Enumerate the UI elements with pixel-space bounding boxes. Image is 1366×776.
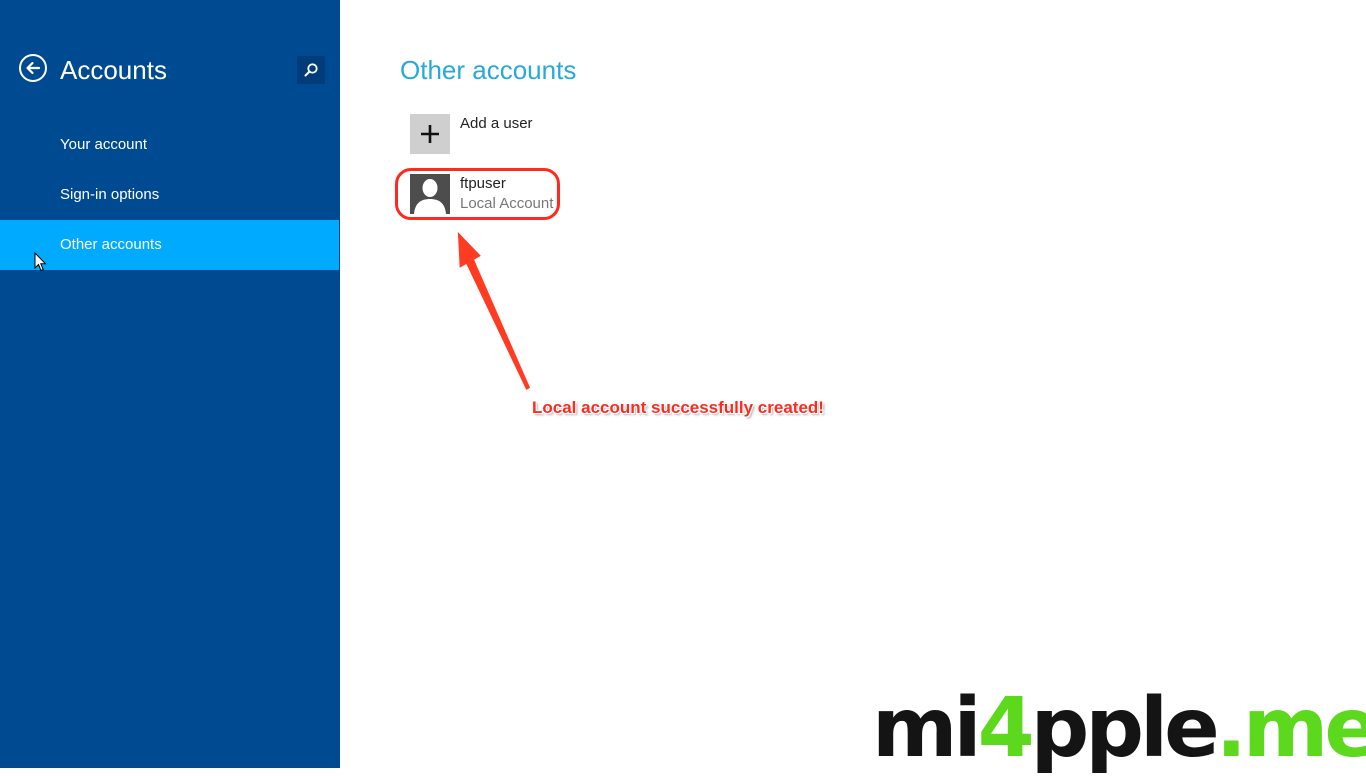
annotation-text: Local account successfully created!	[532, 398, 824, 417]
watermark-logo: mi4pple.me	[872, 681, 1366, 776]
avatar	[410, 174, 450, 214]
main-content: Other accounts Add a user ftpuser Local …	[340, 0, 1366, 768]
search-icon	[304, 63, 318, 77]
plus-icon	[421, 125, 439, 143]
user-account-type: Local Account	[460, 195, 554, 212]
sidebar-item-sign-in-options[interactable]: Sign-in options	[0, 170, 340, 220]
user-account-item[interactable]: ftpuser Local Account	[410, 174, 553, 214]
sidebar-nav: Your account Sign-in options Other accou…	[0, 120, 340, 270]
back-button[interactable]	[19, 54, 47, 82]
sidebar-title: Accounts	[60, 55, 167, 85]
annotation-arrow-icon	[456, 229, 532, 392]
add-user-label: Add a user	[460, 115, 533, 132]
sidebar: Accounts Your account Sign-in options Ot…	[0, 0, 340, 768]
add-user-button[interactable]: Add a user	[410, 114, 533, 154]
mouse-cursor-icon	[34, 252, 47, 272]
arrow-left-icon	[26, 61, 41, 75]
search-button[interactable]	[297, 56, 325, 84]
sidebar-item-your-account[interactable]: Your account	[0, 120, 340, 170]
user-avatar-icon	[410, 174, 450, 214]
add-user-tile	[410, 114, 450, 154]
sidebar-item-other-accounts[interactable]: Other accounts	[0, 220, 339, 270]
page-title: Other accounts	[400, 55, 577, 85]
user-name: ftpuser	[460, 175, 506, 192]
